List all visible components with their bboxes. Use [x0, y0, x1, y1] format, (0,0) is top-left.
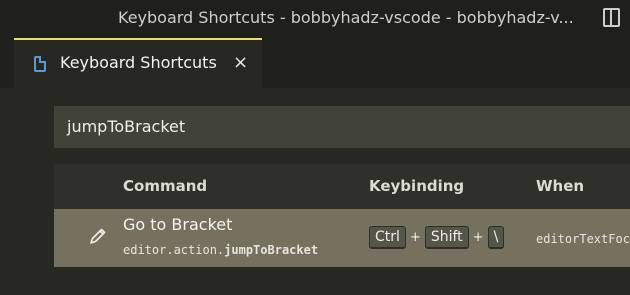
- tab-bar: Keyboard Shortcuts ×: [0, 38, 630, 88]
- tab-label: Keyboard Shortcuts: [60, 53, 217, 72]
- command-id-prefix: editor.action.: [123, 243, 225, 257]
- header-keybinding[interactable]: Keybinding: [369, 177, 464, 195]
- title-bar: Keyboard Shortcuts - bobbyhadz-vscode - …: [0, 0, 630, 38]
- key-shift: Shift: [424, 225, 469, 249]
- keybindings-table: Command Keybinding When Go to Bracket ed…: [54, 164, 630, 267]
- window-title: Keyboard Shortcuts - bobbyhadz-vscode - …: [118, 8, 574, 27]
- keybinding: Ctrl + Shift + \: [369, 225, 505, 249]
- command-id-name: jumpToBracket: [224, 243, 319, 257]
- search-input[interactable]: jumpToBracket: [54, 106, 630, 148]
- file-icon: [34, 56, 46, 72]
- command-id: editor.action.jumpToBracket: [123, 243, 318, 257]
- key-backslash: \: [487, 225, 505, 249]
- key-ctrl: Ctrl: [369, 225, 406, 249]
- search-value: jumpToBracket: [67, 117, 186, 136]
- key-separator: +: [472, 229, 484, 245]
- tab-keyboard-shortcuts[interactable]: Keyboard Shortcuts ×: [14, 38, 262, 88]
- pencil-icon[interactable]: [88, 226, 108, 246]
- when-value: editorTextFocus: [536, 232, 630, 246]
- header-command[interactable]: Command: [123, 177, 207, 195]
- command-title: Go to Bracket: [123, 215, 233, 234]
- table-row[interactable]: Go to Bracket editor.action.jumpToBracke…: [54, 209, 630, 267]
- key-separator: +: [409, 229, 421, 245]
- table-header: Command Keybinding When: [54, 164, 630, 209]
- close-icon[interactable]: ×: [233, 53, 248, 73]
- layout-toggle-icon[interactable]: [603, 8, 620, 27]
- header-when[interactable]: When: [536, 177, 584, 195]
